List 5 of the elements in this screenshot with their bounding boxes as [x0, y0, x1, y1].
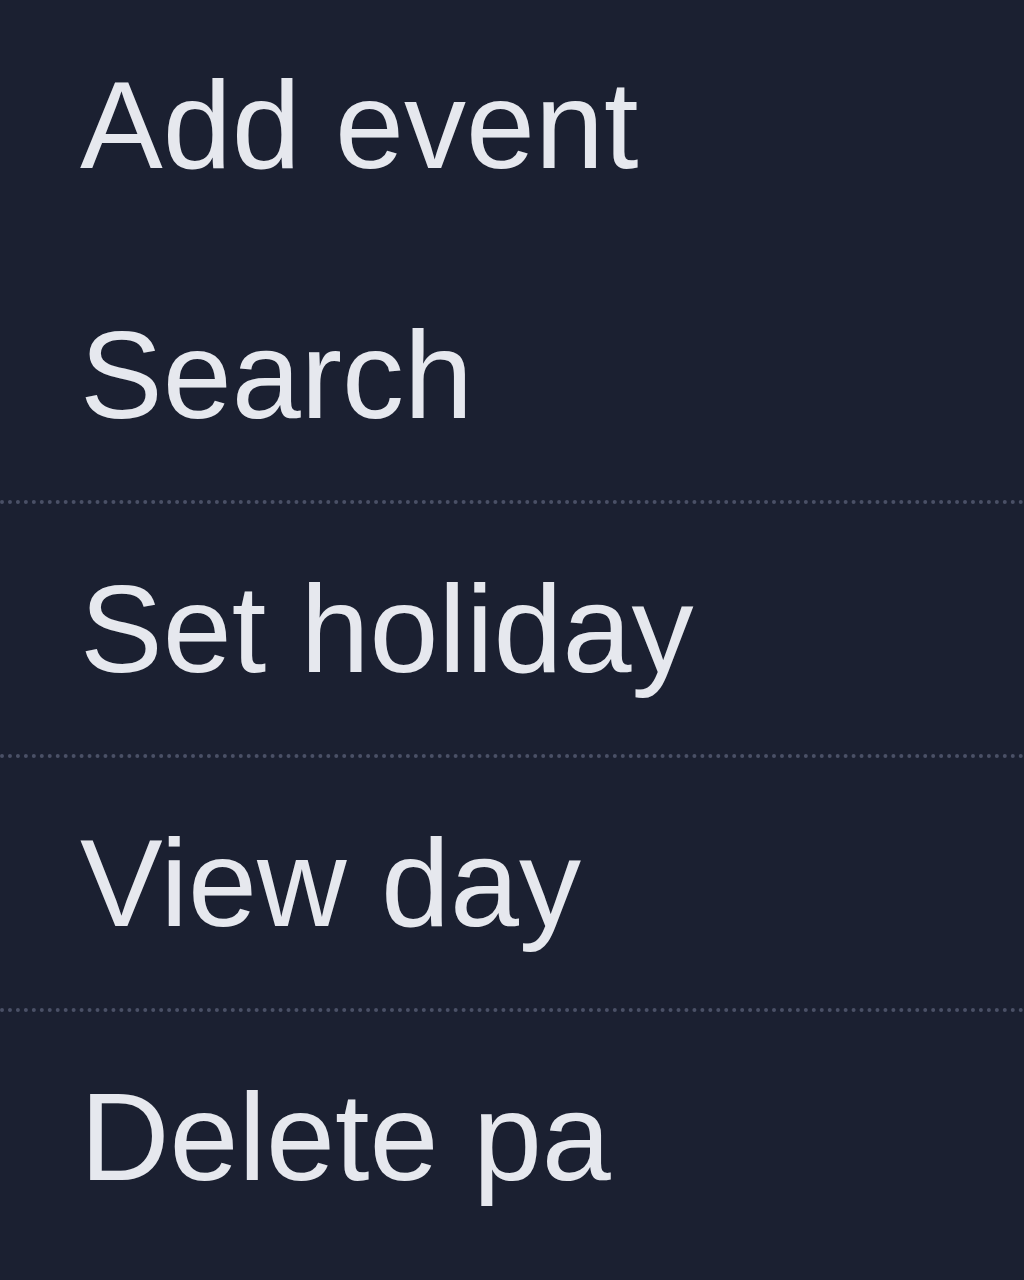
menu-item[interactable]: View day [80, 805, 581, 961]
menu-item[interactable]: Set holiday [80, 551, 694, 707]
menu-item[interactable]: Add event [80, 47, 639, 203]
menu-item[interactable]: Delete pa [80, 1059, 611, 1215]
menu-item[interactable]: Search [80, 297, 473, 453]
